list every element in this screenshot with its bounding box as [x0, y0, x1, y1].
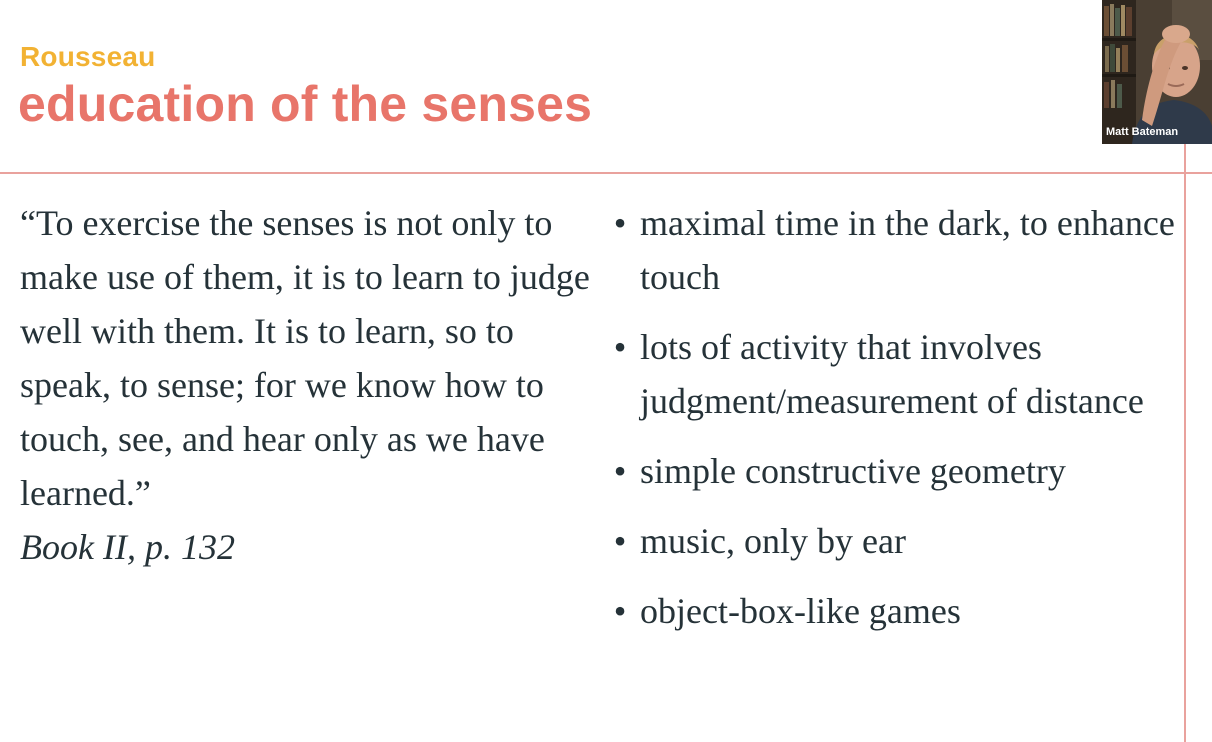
bullet-item: • maximal time in the dark, to enhance t…	[610, 196, 1180, 304]
bullet-dot-icon: •	[613, 591, 627, 631]
bullet-text: object-box-like games	[640, 591, 961, 631]
participant-video-feed	[1102, 0, 1212, 144]
quote-block: “To exercise the senses is not only to m…	[20, 196, 605, 574]
slide-kicker: Rousseau	[20, 41, 156, 72]
bullet-text: maximal time in the dark, to enhance tou…	[640, 203, 1175, 297]
title-divider	[0, 172, 1212, 174]
bullet-text: simple constructive geometry	[640, 451, 1066, 491]
quote-citation: Book II, p. 132	[20, 527, 235, 567]
slide-title: education of the senses	[18, 76, 593, 132]
bullet-dot-icon: •	[613, 451, 627, 491]
quote-text: “To exercise the senses is not only to m…	[20, 203, 590, 513]
presentation-slide: Rousseau education of the senses “To exe…	[0, 0, 1212, 742]
bullet-dot-icon: •	[613, 327, 627, 367]
bullet-item: • lots of activity that involves judgmen…	[610, 320, 1180, 428]
bullet-item: • object-box-like games	[610, 584, 1180, 638]
bullet-item: • music, only by ear	[610, 514, 1180, 568]
bullet-text: music, only by ear	[640, 521, 906, 561]
bullet-list: • maximal time in the dark, to enhance t…	[610, 196, 1180, 654]
bullet-dot-icon: •	[613, 203, 627, 243]
bullet-dot-icon: •	[613, 521, 627, 561]
participant-name-label: Matt Bateman	[1106, 126, 1179, 138]
right-margin-rule	[1184, 144, 1186, 742]
participant-video-tile[interactable]: Matt Bateman	[1102, 0, 1212, 144]
bullet-text: lots of activity that involves judgment/…	[640, 327, 1144, 421]
bullet-item: • simple constructive geometry	[610, 444, 1180, 498]
